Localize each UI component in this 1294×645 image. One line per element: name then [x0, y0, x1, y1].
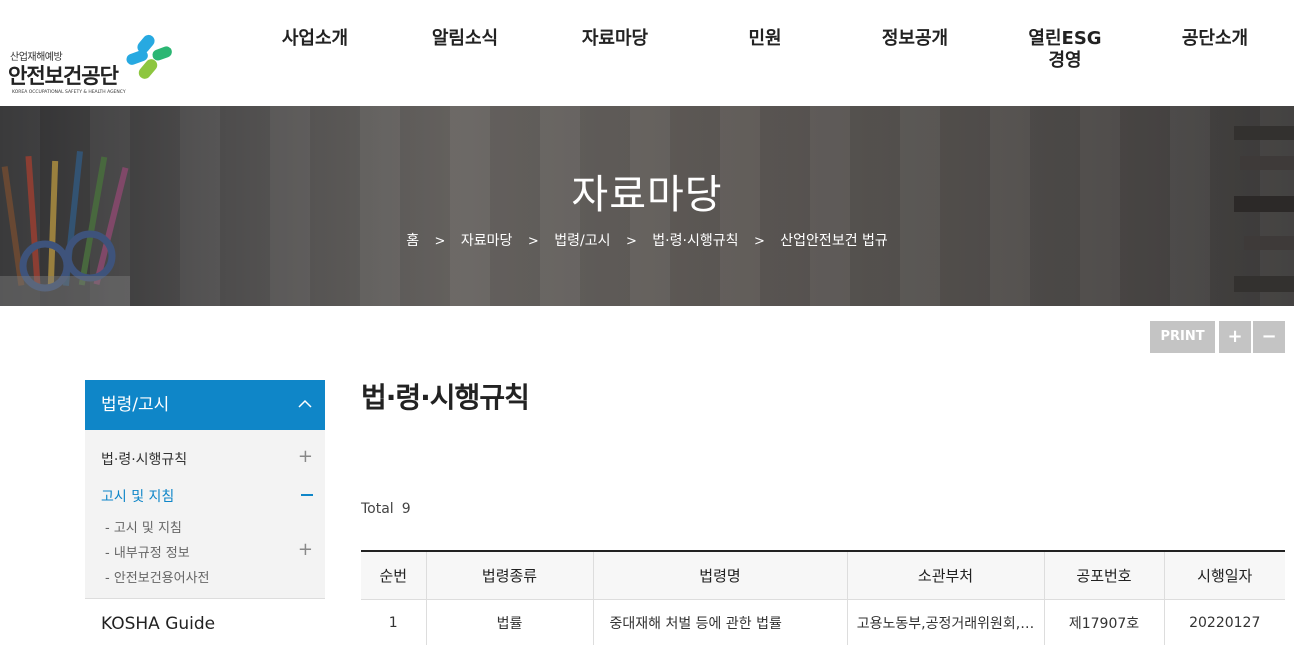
cell-law-name[interactable]: 중대재해 처벌 등에 관한 법률: [592, 599, 847, 645]
breadcrumb: 홈 > 자료마당 > 법령/고시 > 법·령·시행규칙 > 산업안전보건 법규: [0, 230, 1294, 250]
lnb-item-kosha-guide[interactable]: KOSHA Guide: [85, 598, 325, 645]
column-header: 공포번호: [1043, 551, 1164, 600]
lnb-subitem-dictionary[interactable]: - 안전보건용어사전: [105, 567, 210, 586]
breadcrumb-acts[interactable]: 법·령·시행규칙: [652, 230, 738, 250]
banner-title: 자료마당: [571, 172, 723, 218]
logo-cross-icon: [126, 34, 172, 79]
breadcrumb-current[interactable]: 산업안전보건 법규: [780, 230, 888, 250]
law-list-table: 순번 법령종류 법령명 소관부처 공포번호 시행일자 1 법률 중대재해 처벌 …: [361, 550, 1285, 645]
breadcrumb-separator-icon: >: [527, 234, 539, 249]
total-count: Total 9: [361, 501, 411, 517]
column-header: 시행일자: [1163, 551, 1285, 600]
gnb-item-civil[interactable]: 민원: [690, 28, 840, 50]
side-navigation: 법령/고시 법·령·시행규칙 + 고시 및 지침 - 고시 및 지침 - 내부규…: [85, 380, 325, 645]
breadcrumb-separator-icon: >: [434, 234, 446, 249]
sub-visual-banner: 자료마당 홈 > 자료마당 > 법령/고시 > 법·령·시행규칙 > 산업안전보…: [0, 106, 1294, 306]
lnb-subitem-internal[interactable]: - 내부규정 정보: [105, 542, 190, 561]
lnb-item-acts[interactable]: 법·령·시행규칙: [101, 449, 187, 469]
cell-effective-date: 20220127: [1163, 599, 1285, 645]
table-header-row: 순번 법령종류 법령명 소관부처 공포번호 시행일자: [361, 551, 1285, 600]
breadcrumb-laws[interactable]: 법령/고시: [554, 230, 610, 250]
breadcrumb-home[interactable]: 홈: [406, 230, 419, 250]
site-logo[interactable]: 산업재해예방 안전보건공단 KOREA OCCUPATIONAL SAFETY …: [8, 34, 178, 98]
gnb-item-news[interactable]: 알림소식: [390, 28, 540, 50]
total-label: Total: [361, 501, 394, 517]
cell-number: 1: [388, 615, 398, 632]
main-navigation: 사업소개 알림소식 자료마당 민원 정보공개 열린ESG 경영 공단소개: [240, 28, 1294, 78]
collapse-minus-icon[interactable]: [301, 494, 313, 496]
chevron-up-icon: [298, 399, 312, 408]
total-number: 9: [401, 501, 411, 517]
breadcrumb-separator-icon: >: [753, 234, 765, 249]
gnb-item-esg[interactable]: 열린ESG 경영: [990, 28, 1140, 72]
logo-english: KOREA OCCUPATIONAL SAFETY & HEALTH AGENC…: [12, 90, 126, 95]
gnb-item-resources[interactable]: 자료마당: [540, 28, 690, 50]
zoom-out-button[interactable]: −: [1253, 321, 1285, 353]
gnb-item-disclosure[interactable]: 정보공개: [840, 28, 990, 50]
lnb-header[interactable]: 법령/고시: [85, 380, 325, 430]
lnb-item-notices[interactable]: 고시 및 지침: [101, 486, 174, 506]
column-header: 소관부처: [846, 551, 1044, 600]
column-header: 법령명: [592, 551, 847, 600]
breadcrumb-separator-icon: >: [625, 234, 637, 249]
gnb-item-about[interactable]: 공단소개: [1140, 28, 1290, 50]
logo-title: 안전보건공단: [8, 64, 119, 88]
cell-ministry: 고용노동부,공정거래위원회,…: [846, 599, 1044, 645]
zoom-in-button[interactable]: +: [1219, 321, 1251, 353]
gnb-item-business[interactable]: 사업소개: [240, 28, 390, 50]
breadcrumb-resources[interactable]: 자료마당: [461, 230, 513, 250]
table-row[interactable]: 1 법률 중대재해 처벌 등에 관한 법률 고용노동부,공정거래위원회,… 제1…: [361, 599, 1285, 645]
page-title: 법·령·시행규칙: [361, 381, 530, 414]
site-header: 산업재해예방 안전보건공단 KOREA OCCUPATIONAL SAFETY …: [0, 0, 1294, 106]
expand-plus-icon[interactable]: +: [298, 539, 313, 560]
column-header: 법령종류: [425, 551, 593, 600]
lnb-subitem-notices[interactable]: - 고시 및 지침: [105, 517, 182, 536]
expand-plus-icon[interactable]: +: [298, 446, 313, 467]
cell-promulgation-number: 제17907호: [1043, 599, 1164, 645]
print-button[interactable]: PRINT: [1150, 321, 1215, 353]
cell-law-type: 법률: [425, 599, 593, 645]
lnb-header-label: 법령/고시: [101, 395, 170, 415]
column-header: 순번: [361, 551, 426, 600]
